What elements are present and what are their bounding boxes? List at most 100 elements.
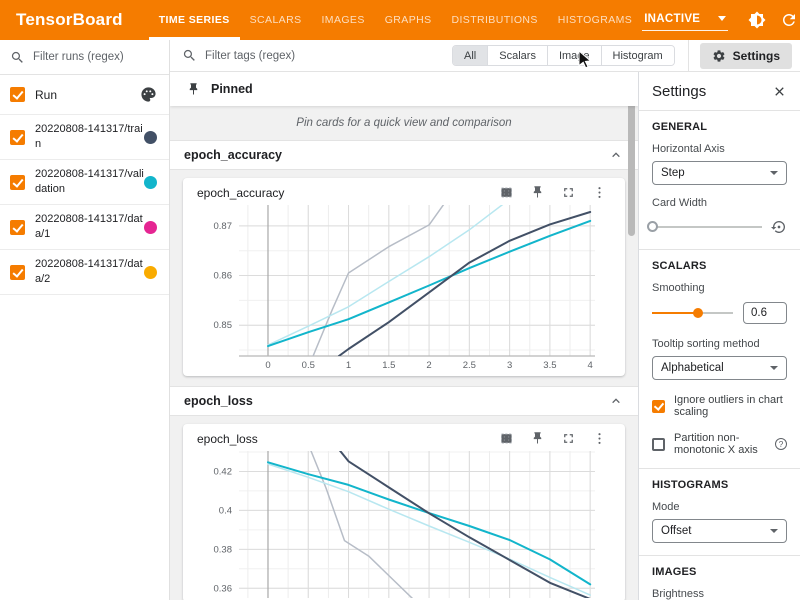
smoothing-value-input[interactable] bbox=[743, 302, 787, 324]
pin-icon bbox=[186, 82, 201, 97]
section-header-epoch-loss[interactable]: epoch_loss bbox=[170, 386, 638, 416]
svg-text:0: 0 bbox=[265, 360, 270, 371]
chevron-down-icon bbox=[770, 366, 778, 370]
close-icon[interactable] bbox=[772, 84, 787, 99]
more-options-icon[interactable] bbox=[592, 431, 607, 446]
run-row-validation[interactable]: 20220808-141317/validation bbox=[0, 160, 169, 205]
svg-text:1.5: 1.5 bbox=[382, 360, 395, 371]
theme-brightness-button[interactable] bbox=[747, 11, 766, 30]
filter-all-button[interactable]: All bbox=[453, 46, 487, 65]
svg-text:2.5: 2.5 bbox=[463, 360, 476, 371]
chevron-up-icon[interactable] bbox=[608, 393, 624, 409]
help-icon[interactable]: ? bbox=[775, 438, 787, 450]
epoch-loss-zone: epoch_loss 0.420.40.380.36 bbox=[170, 416, 638, 600]
svg-text:0.86: 0.86 bbox=[214, 271, 233, 282]
pinned-empty-message: Pin cards for a quick view and compariso… bbox=[170, 106, 638, 140]
svg-text:1: 1 bbox=[346, 360, 351, 371]
app-header: TensorBoard TIME SERIES SCALARS IMAGES G… bbox=[0, 0, 800, 40]
filter-image-button[interactable]: Image bbox=[547, 46, 601, 65]
svg-text:4: 4 bbox=[588, 360, 593, 371]
run-color-dot[interactable] bbox=[144, 176, 157, 189]
fullscreen-icon[interactable] bbox=[561, 185, 576, 200]
reload-status-dropdown[interactable]: INACTIVE bbox=[642, 10, 728, 31]
fullscreen-icon[interactable] bbox=[561, 431, 576, 446]
slider-thumb[interactable] bbox=[693, 308, 703, 318]
filter-scalars-button[interactable]: Scalars bbox=[487, 46, 547, 65]
app-logo: TensorBoard bbox=[0, 10, 149, 30]
brightness-icon bbox=[748, 11, 766, 29]
svg-text:0.85: 0.85 bbox=[214, 320, 233, 331]
tab-histograms[interactable]: HISTOGRAMS bbox=[548, 0, 642, 40]
run-checkbox[interactable] bbox=[10, 175, 25, 190]
search-icon bbox=[10, 50, 25, 65]
chevron-down-icon bbox=[770, 171, 778, 175]
tab-distributions[interactable]: DISTRIBUTIONS bbox=[441, 0, 547, 40]
svg-text:0.36: 0.36 bbox=[214, 583, 233, 594]
filter-runs-input[interactable] bbox=[33, 51, 159, 63]
reset-card-width-button[interactable] bbox=[771, 219, 787, 235]
chevron-up-icon[interactable] bbox=[608, 147, 624, 163]
smoothing-slider[interactable] bbox=[652, 307, 733, 319]
epoch-accuracy-card: epoch_accuracy 00.511.522.533.540.850.86… bbox=[183, 178, 625, 376]
run-row-data-1[interactable]: 20220808-141317/data/1 bbox=[0, 205, 169, 250]
svg-text:3: 3 bbox=[507, 360, 512, 371]
settings-scalars-section: SCALARS Smoothing Tooltip sorting method… bbox=[652, 250, 787, 468]
settings-toggle-button[interactable]: Settings bbox=[700, 43, 792, 69]
partition-x-axis-checkbox[interactable] bbox=[652, 438, 665, 451]
pinned-section-header: Pinned bbox=[170, 72, 638, 106]
tab-time-series[interactable]: TIME SERIES bbox=[149, 0, 240, 40]
run-row-data-2[interactable]: 20220808-141317/data/2 bbox=[0, 250, 169, 295]
svg-text:0.38: 0.38 bbox=[214, 544, 233, 555]
refresh-icon bbox=[780, 11, 798, 29]
run-color-dot[interactable] bbox=[144, 221, 157, 234]
epoch-accuracy-zone: epoch_accuracy 00.511.522.533.540.850.86… bbox=[170, 170, 638, 386]
run-list-header: Run bbox=[0, 75, 169, 115]
settings-panel: Settings GENERAL Horizontal Axis Step Ca… bbox=[638, 72, 800, 600]
tab-images[interactable]: IMAGES bbox=[311, 0, 374, 40]
tab-graphs[interactable]: GRAPHS bbox=[375, 0, 442, 40]
pin-card-icon[interactable] bbox=[530, 185, 545, 200]
refresh-button[interactable] bbox=[779, 11, 798, 30]
run-color-dot[interactable] bbox=[144, 266, 157, 279]
palette-icon[interactable] bbox=[140, 86, 157, 103]
main-nav: TIME SERIES SCALARS IMAGES GRAPHS DISTRI… bbox=[149, 0, 642, 40]
card-width-slider[interactable] bbox=[652, 221, 762, 233]
run-color-dot[interactable] bbox=[144, 131, 157, 144]
histogram-mode-select[interactable]: Offset bbox=[652, 519, 787, 543]
fit-to-data-icon[interactable] bbox=[499, 431, 514, 446]
cards-main-area: Pinned Pin cards for a quick view and co… bbox=[170, 72, 638, 600]
epoch-accuracy-chart[interactable]: 00.511.522.533.540.850.860.87 bbox=[193, 202, 605, 372]
svg-text:0.87: 0.87 bbox=[214, 221, 233, 232]
svg-text:0.42: 0.42 bbox=[214, 466, 233, 477]
more-options-icon[interactable] bbox=[592, 185, 607, 200]
select-all-runs-checkbox[interactable] bbox=[10, 87, 25, 102]
ignore-outliers-checkbox[interactable] bbox=[652, 400, 665, 413]
section-header-epoch-accuracy[interactable]: epoch_accuracy bbox=[170, 140, 638, 170]
pin-card-icon[interactable] bbox=[530, 431, 545, 446]
filter-histogram-button[interactable]: Histogram bbox=[601, 46, 674, 65]
run-row-train[interactable]: 20220808-141317/train bbox=[0, 115, 169, 160]
settings-images-section: IMAGES Brightness Contrast Show actual i… bbox=[652, 556, 787, 600]
slider-thumb[interactable] bbox=[647, 221, 658, 232]
toolbar-divider bbox=[688, 40, 689, 72]
svg-text:3.5: 3.5 bbox=[543, 360, 556, 371]
svg-text:0.4: 0.4 bbox=[219, 505, 232, 516]
chevron-down-icon bbox=[718, 16, 726, 21]
chevron-down-icon bbox=[770, 529, 778, 533]
run-checkbox[interactable] bbox=[10, 130, 25, 145]
run-checkbox[interactable] bbox=[10, 220, 25, 235]
svg-text:0.5: 0.5 bbox=[302, 360, 315, 371]
tab-scalars[interactable]: SCALARS bbox=[240, 0, 312, 40]
settings-histograms-section: HISTOGRAMS Mode Offset bbox=[652, 469, 787, 555]
epoch-loss-card: epoch_loss 0.420.40.380.36 bbox=[183, 424, 625, 600]
horizontal-axis-select[interactable]: Step bbox=[652, 161, 787, 185]
runs-sidebar: Run 20220808-141317/train 20220808-14131… bbox=[0, 40, 170, 600]
tooltip-sorting-select[interactable]: Alphabetical bbox=[652, 356, 787, 380]
epoch-loss-chart[interactable]: 0.42 0.4 0.38 0.36 bbox=[193, 448, 605, 598]
restore-icon bbox=[771, 219, 787, 235]
tags-toolbar: All Scalars Image Histogram Settings bbox=[170, 40, 800, 72]
search-icon bbox=[182, 48, 197, 63]
filter-tags-input[interactable] bbox=[205, 50, 452, 62]
run-checkbox[interactable] bbox=[10, 265, 25, 280]
fit-to-data-icon[interactable] bbox=[499, 185, 514, 200]
